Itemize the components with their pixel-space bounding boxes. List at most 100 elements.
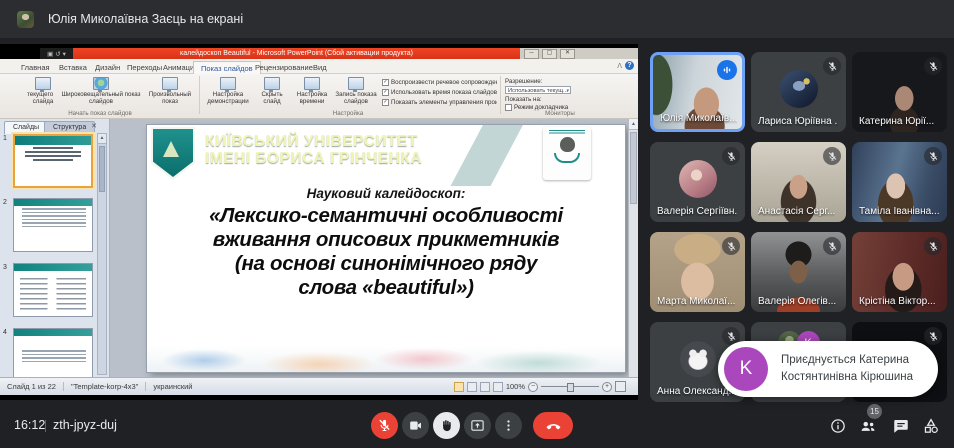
ppt-window-controls: ─ ▢ ✕ (520, 48, 638, 59)
minimize-button[interactable]: ─ (524, 49, 539, 59)
chat-icon[interactable] (892, 417, 910, 440)
activities-icon[interactable] (922, 417, 940, 440)
fit-to-window-icon[interactable] (615, 381, 626, 392)
camera-button[interactable] (402, 412, 429, 439)
slide-counter: Слайд 1 из 22 (0, 382, 64, 391)
slide[interactable]: КИЇВСЬКИЙ УНІВЕРСИТЕТ ІМЕНІ БОРИСА ГРІНЧ… (147, 125, 625, 372)
zoom-in-icon[interactable]: + (602, 382, 612, 392)
mic-button[interactable] (371, 412, 398, 439)
reading-view-icon[interactable] (480, 382, 490, 392)
setup-group-label: Настройка (203, 110, 493, 117)
chevron-down-icon: ▾ (63, 50, 66, 58)
mic-off-icon (924, 57, 942, 75)
thumb-number: 3 (3, 264, 7, 271)
mic-off-icon (823, 237, 841, 255)
undo-icon: ↺ (55, 50, 60, 58)
present-button[interactable] (464, 412, 491, 439)
template-name: "Template-korp-4x3" (64, 382, 146, 391)
close-icon[interactable]: ✕ (91, 122, 97, 130)
slideshow-view-icon[interactable] (493, 382, 503, 392)
tab-home[interactable]: Главная (14, 61, 57, 74)
participant-tile[interactable]: Юлія Миколаїв... (650, 52, 745, 132)
resolution-dropdown[interactable]: Использовать текущ... (505, 86, 571, 94)
divider (45, 420, 46, 432)
avatar (680, 341, 716, 377)
clock: 16:12 (14, 418, 45, 432)
slide-thumbnail-4[interactable] (13, 328, 93, 377)
presenter-banner: Юлія Миколаївна Заєць на екрані (0, 0, 954, 38)
panel-scrollbar[interactable]: ▲ (97, 133, 107, 375)
mic-off-icon (823, 57, 841, 75)
sorter-view-icon[interactable] (467, 382, 477, 392)
tab-outline[interactable]: Структура (44, 121, 95, 134)
broadcast-slideshow-button[interactable]: Широковещательный показ слайдов (60, 77, 142, 105)
rehearse-timings-button[interactable]: Настройка времени (291, 77, 333, 105)
narration-checkbox[interactable]: ✓Воспроизвести речевое сопровождение (382, 79, 497, 86)
maximize-button[interactable]: ▢ (542, 49, 557, 59)
toast-avatar: K (724, 347, 768, 391)
university-emblem (543, 127, 591, 180)
participant-tile[interactable]: Таміла Іванівна... (852, 142, 947, 222)
save-icon: ▣ (47, 50, 53, 58)
tab-view[interactable]: Вид (306, 61, 334, 74)
setup-slideshow-button[interactable]: Настройка демонстрации (203, 77, 253, 105)
slide-thumbnail-3[interactable] (13, 263, 93, 317)
avatar (780, 70, 818, 108)
mic-off-icon (722, 147, 740, 165)
ppt-window-title: калейдоскоп Beautiful - Microsoft PowerP… (180, 50, 413, 57)
language-indicator[interactable]: украинский (146, 382, 199, 391)
slide-title: «Лексико-семантичні особливості вживання… (147, 204, 625, 300)
from-current-slide-button[interactable]: С текущего слайда (26, 77, 60, 105)
hide-slide-button[interactable]: Скрыть слайд (254, 77, 290, 105)
joining-toast: K Приєднується Катерина Костянтинівна Кі… (718, 341, 938, 397)
thumb-number: 4 (3, 329, 7, 336)
participant-tile[interactable]: Валерія Сергіївн... (650, 142, 745, 222)
participant-tile[interactable]: Катерина Юрії... (852, 52, 947, 132)
thumb-number: 1 (3, 135, 7, 142)
slide-thumbnail-2[interactable] (13, 198, 93, 252)
tab-slides[interactable]: Слайды (4, 121, 48, 134)
avatar (679, 160, 717, 198)
ribbon-tab-strip: Главная Вставка Дизайн Переходы Анимация… (0, 59, 638, 74)
participant-tile[interactable]: Марта Миколаї... (650, 232, 745, 312)
resolution-row: Разрешение: (505, 78, 542, 85)
slide-panel: Слайды Структура ✕ 1 2 3 4 ▲ (0, 119, 110, 377)
participant-tile[interactable]: Валерія Олегів... (751, 232, 846, 312)
media-controls-checkbox[interactable]: ✓Показать элементы управления проигрыват… (382, 99, 497, 106)
use-timings-checkbox[interactable]: ✓Использовать время показа слайдов (382, 89, 497, 96)
ppt-title-bar[interactable]: калейдоскоп Beautiful - Microsoft PowerP… (73, 48, 520, 59)
collapse-ribbon-icon[interactable]: ᐱ (617, 62, 622, 70)
custom-show-button[interactable]: Произвольный показ (143, 77, 197, 105)
zoom-out-icon[interactable]: − (528, 382, 538, 392)
participant-tile[interactable]: Лариса Юріївна ... (751, 52, 846, 132)
zoom-slider[interactable] (541, 386, 599, 387)
university-name: КИЇВСЬКИЙ УНІВЕРСИТЕТ ІМЕНІ БОРИСА ГРІНЧ… (205, 133, 422, 167)
close-button[interactable]: ✕ (560, 49, 575, 59)
presenter-avatar (17, 11, 34, 28)
quick-access-toolbar[interactable]: ▣↺▾ (40, 48, 73, 59)
mic-off-icon (924, 327, 942, 345)
help-icon[interactable]: ? (625, 61, 634, 70)
participants-icon[interactable] (859, 417, 877, 440)
speaking-indicator-icon (717, 60, 737, 80)
meet-window: Юлія Миколаївна Заєць на екрані ▣↺▾ кале… (0, 0, 954, 448)
normal-view-icon[interactable] (454, 382, 464, 392)
meeting-details-icon[interactable] (829, 417, 847, 440)
more-options-button[interactable] (495, 412, 522, 439)
zoom-level: 100% (506, 382, 525, 391)
participant-tile[interactable]: Крістіна Віктор... (852, 232, 947, 312)
participant-tile[interactable]: Анастасія Серг... (751, 142, 846, 222)
raise-hand-button[interactable] (433, 412, 460, 439)
resolution-label: Разрешение: (505, 78, 542, 85)
slide-thumbnail-1[interactable] (13, 134, 93, 188)
editor-scrollbar[interactable]: ▲ (628, 119, 638, 377)
start-group-label: Начать показ слайдов (10, 110, 190, 117)
leave-call-button[interactable] (533, 412, 573, 439)
ppt-status-bar: Слайд 1 из 22 "Template-korp-4x3" украин… (0, 377, 638, 395)
mic-off-icon (823, 147, 841, 165)
mic-off-icon (924, 147, 942, 165)
slide-footer-decoration (147, 346, 625, 372)
thumb-number: 2 (3, 199, 7, 206)
record-slideshow-button[interactable]: Запись показа слайдов (334, 77, 378, 105)
show-on-label: Показать на: (505, 96, 542, 103)
